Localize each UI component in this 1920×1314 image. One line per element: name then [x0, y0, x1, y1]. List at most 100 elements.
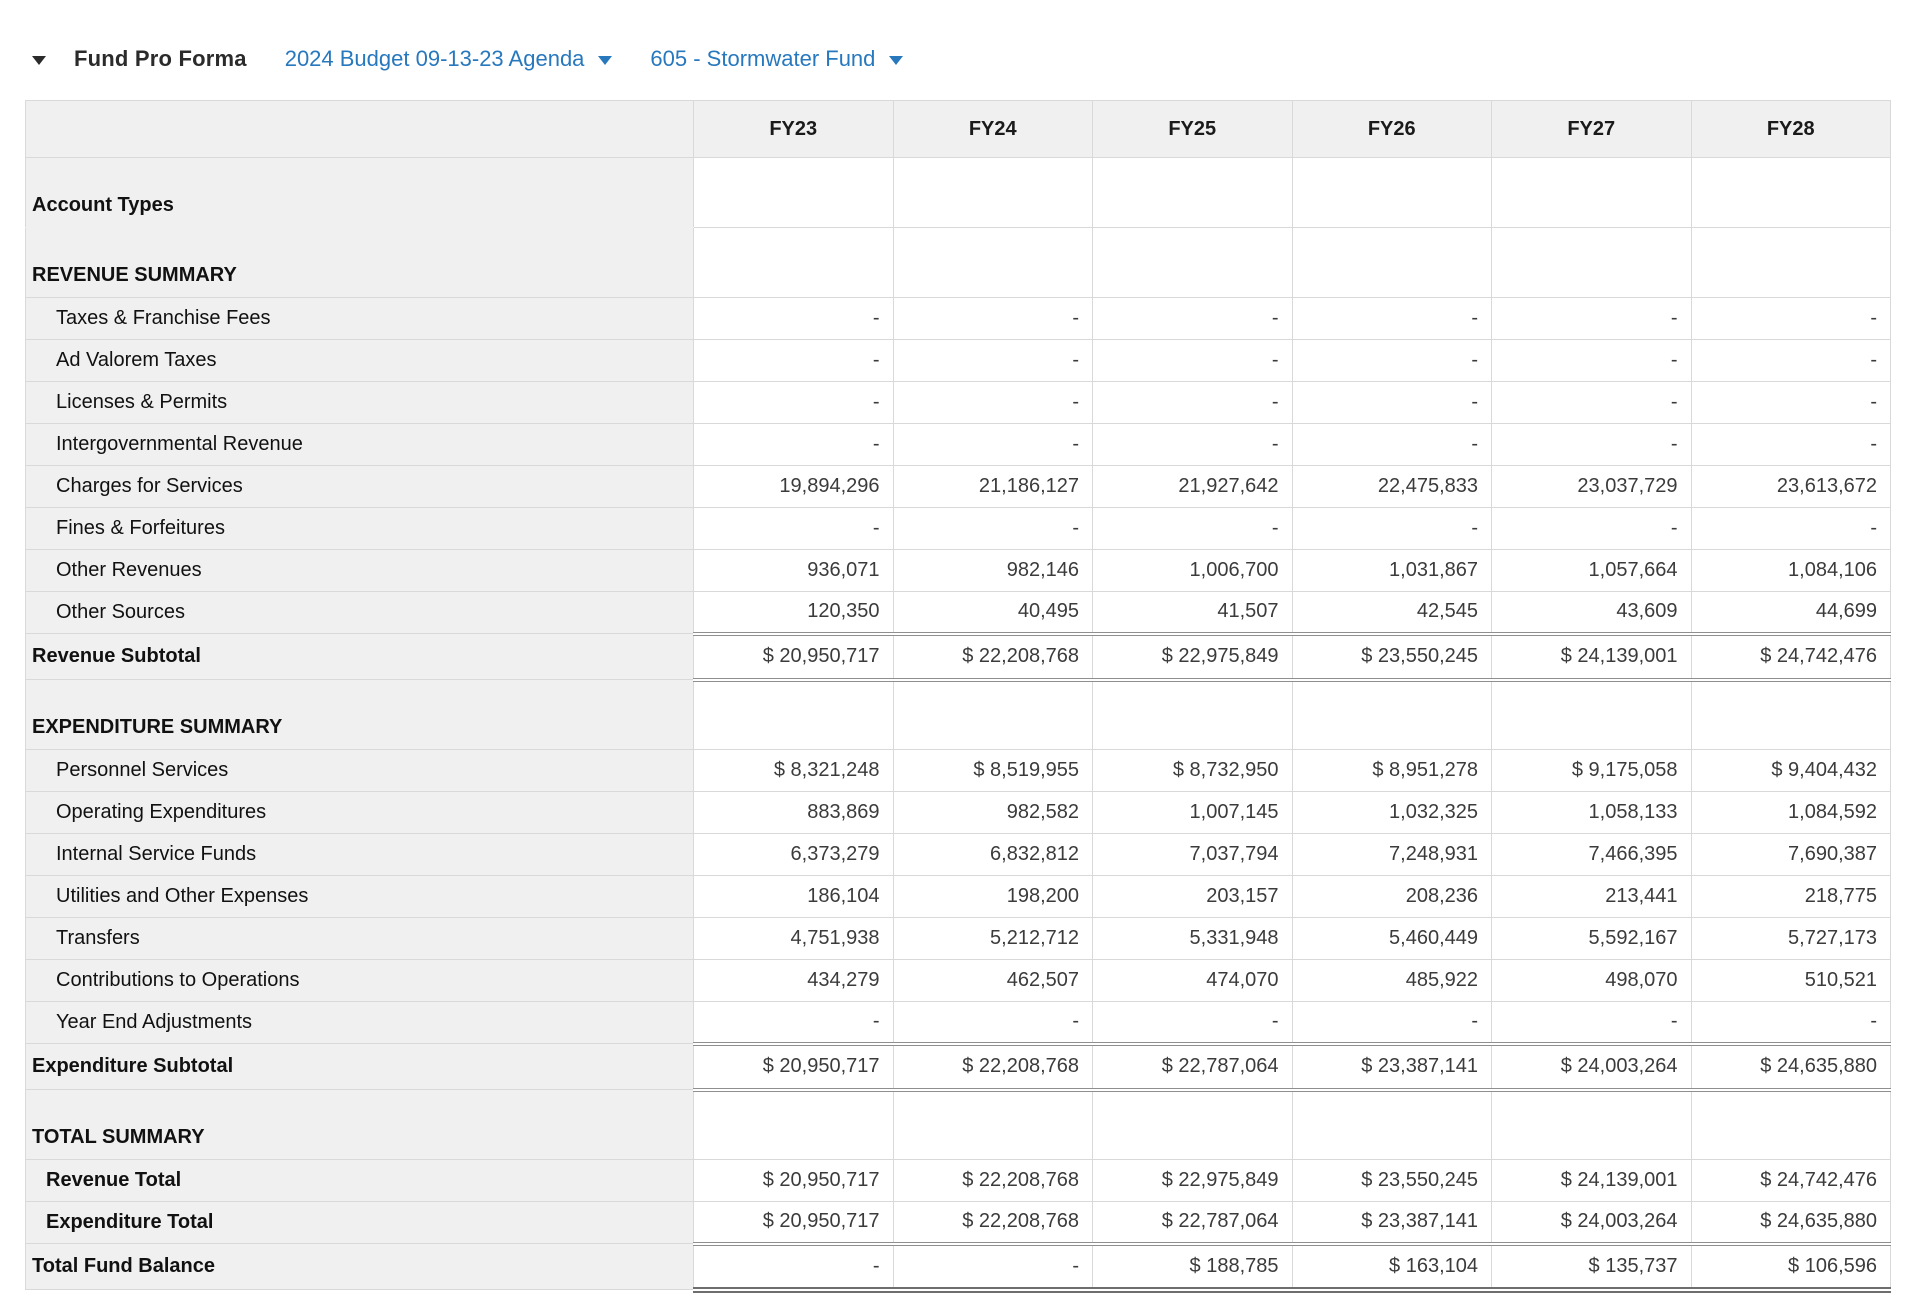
- value-cell-revenue-subtotal-fy28: $ 24,742,476: [1690, 631, 1891, 682]
- fund-dropdown[interactable]: 605 - Stormwater Fund: [650, 46, 904, 72]
- collapse-caret-icon[interactable]: [32, 55, 46, 65]
- table-row-expenditure-summary: EXPENDITURE SUMMARY: [25, 679, 1891, 750]
- value-cell-operating-expenditures-fy25: 1,007,145: [1092, 791, 1293, 834]
- value-cell-expenditure-total-fy28: $ 24,635,880: [1690, 1201, 1891, 1244]
- value-cell-expenditure-subtotal-fy24: $ 22,208,768: [892, 1041, 1093, 1092]
- value-cell-revenue-summary-fy23: [693, 227, 894, 298]
- table-row-taxes-franchise-fees: Taxes & Franchise Fees - - - - - -: [25, 297, 1891, 340]
- caret-down-icon: [598, 56, 613, 65]
- column-header-fy24: FY24: [892, 100, 1093, 158]
- value-cell-internal-service-funds-fy28: 7,690,387: [1690, 833, 1891, 876]
- value-cell-personnel-services-fy28: $ 9,404,432: [1690, 749, 1891, 792]
- value-cell-personnel-services-fy24: $ 8,519,955: [892, 749, 1093, 792]
- value-cell-utilities-other-fy24: 198,200: [892, 875, 1093, 918]
- row-label-ad-valorem-taxes: Ad Valorem Taxes: [25, 339, 694, 382]
- value-cell-total-summary-fy28: [1690, 1089, 1891, 1160]
- fund-pro-forma-table-container: FY23 FY24 FY25 FY26 FY27 FY28 Account Types RE…: [25, 100, 1920, 1293]
- column-header-row: FY23 FY24 FY25 FY26 FY27 FY28: [25, 100, 1891, 158]
- value-cell-fines-forfeitures-fy25: -: [1092, 507, 1293, 550]
- row-label-expenditure-total: Expenditure Total: [25, 1201, 694, 1244]
- value-cell-taxes-franchise-fees-fy28: -: [1690, 297, 1891, 340]
- budget-dropdown-label: 2024 Budget 09-13-23 Agenda: [284, 46, 585, 71]
- row-label-charges-for-services: Charges for Services: [25, 465, 694, 508]
- value-cell-expenditure-summary-fy28: [1690, 679, 1891, 750]
- value-cell-revenue-total-fy28: $ 24,742,476: [1690, 1159, 1891, 1202]
- value-cell-charges-for-services-fy24: 21,186,127: [892, 465, 1093, 508]
- value-cell-utilities-other-fy27: 213,441: [1491, 875, 1692, 918]
- value-cell-revenue-total-fy23: $ 20,950,717: [693, 1159, 894, 1202]
- value-cell-operating-expenditures-fy23: 883,869: [693, 791, 894, 834]
- row-label-operating-expenditures: Operating Expenditures: [25, 791, 694, 834]
- value-cell-licenses-permits-fy26: -: [1291, 381, 1492, 424]
- value-cell-internal-service-funds-fy25: 7,037,794: [1092, 833, 1293, 876]
- row-label-fines-forfeitures: Fines & Forfeitures: [25, 507, 694, 550]
- value-cell-intergovernmental-fy27: -: [1491, 423, 1692, 466]
- value-cell-taxes-franchise-fees-fy27: -: [1491, 297, 1692, 340]
- value-cell-contributions-fy26: 485,922: [1291, 959, 1492, 1002]
- value-cell-other-sources-fy27: 43,609: [1491, 591, 1692, 634]
- value-cell-fines-forfeitures-fy28: -: [1690, 507, 1891, 550]
- value-cell-ad-valorem-taxes-fy24: -: [892, 339, 1093, 382]
- row-label-total-summary: TOTAL SUMMARY: [25, 1089, 694, 1160]
- value-cell-other-revenues-fy27: 1,057,664: [1491, 549, 1692, 592]
- value-cell-fines-forfeitures-fy23: -: [693, 507, 894, 550]
- value-cell-expenditure-total-fy26: $ 23,387,141: [1291, 1201, 1492, 1244]
- value-cell-account-types-fy24: [892, 157, 1093, 228]
- value-cell-other-revenues-fy24: 982,146: [892, 549, 1093, 592]
- budget-dropdown[interactable]: 2024 Budget 09-13-23 Agenda: [285, 46, 613, 72]
- table-row-total-fund-balance: Total Fund Balance - - $ 188,785 $ 163,104 $ …: [25, 1241, 1891, 1293]
- toolbar: Fund Pro Forma 2024 Budget 09-13-23 Agen…: [30, 44, 1920, 74]
- table-row-fines-forfeitures: Fines & Forfeitures - - - - - -: [25, 507, 1891, 550]
- value-cell-transfers-fy24: 5,212,712: [892, 917, 1093, 960]
- table-row-revenue-total: Revenue Total $ 20,950,717 $ 22,208,768 $ 2…: [25, 1159, 1891, 1202]
- value-cell-total-fund-balance-fy27: $ 135,737: [1491, 1241, 1692, 1293]
- value-cell-internal-service-funds-fy27: 7,466,395: [1491, 833, 1692, 876]
- value-cell-ad-valorem-taxes-fy27: -: [1491, 339, 1692, 382]
- table-row-transfers: Transfers 4,751,938 5,212,712 5,331,948 5,46…: [25, 917, 1891, 960]
- value-cell-revenue-subtotal-fy27: $ 24,139,001: [1491, 631, 1692, 682]
- value-cell-revenue-summary-fy24: [892, 227, 1093, 298]
- value-cell-expenditure-summary-fy26: [1291, 679, 1492, 750]
- value-cell-year-end-adjustments-fy28: -: [1690, 1001, 1891, 1044]
- value-cell-expenditure-total-fy25: $ 22,787,064: [1092, 1201, 1293, 1244]
- value-cell-total-fund-balance-fy28: $ 106,596: [1690, 1241, 1891, 1293]
- value-cell-operating-expenditures-fy28: 1,084,592: [1690, 791, 1891, 834]
- table-row-utilities-other: Utilities and Other Expenses 186,104 198,2…: [25, 875, 1891, 918]
- label-column-header: [25, 100, 694, 158]
- value-cell-taxes-franchise-fees-fy25: -: [1092, 297, 1293, 340]
- value-cell-year-end-adjustments-fy23: -: [693, 1001, 894, 1044]
- value-cell-expenditure-subtotal-fy28: $ 24,635,880: [1690, 1041, 1891, 1092]
- value-cell-transfers-fy28: 5,727,173: [1690, 917, 1891, 960]
- value-cell-account-types-fy23: [693, 157, 894, 228]
- value-cell-intergovernmental-fy28: -: [1690, 423, 1891, 466]
- value-cell-revenue-subtotal-fy26: $ 23,550,245: [1291, 631, 1492, 682]
- value-cell-account-types-fy25: [1092, 157, 1293, 228]
- value-cell-charges-for-services-fy23: 19,894,296: [693, 465, 894, 508]
- value-cell-utilities-other-fy28: 218,775: [1690, 875, 1891, 918]
- fund-pro-forma-table: FY23 FY24 FY25 FY26 FY27 FY28 Account Types RE…: [25, 100, 1891, 1293]
- value-cell-transfers-fy27: 5,592,167: [1491, 917, 1692, 960]
- value-cell-account-types-fy28: [1690, 157, 1891, 228]
- value-cell-personnel-services-fy26: $ 8,951,278: [1291, 749, 1492, 792]
- value-cell-personnel-services-fy27: $ 9,175,058: [1491, 749, 1692, 792]
- value-cell-operating-expenditures-fy24: 982,582: [892, 791, 1093, 834]
- row-label-other-sources: Other Sources: [25, 591, 694, 634]
- value-cell-other-sources-fy24: 40,495: [892, 591, 1093, 634]
- value-cell-expenditure-total-fy24: $ 22,208,768: [892, 1201, 1093, 1244]
- value-cell-revenue-summary-fy26: [1291, 227, 1492, 298]
- value-cell-transfers-fy23: 4,751,938: [693, 917, 894, 960]
- value-cell-taxes-franchise-fees-fy23: -: [693, 297, 894, 340]
- value-cell-revenue-subtotal-fy25: $ 22,975,849: [1092, 631, 1293, 682]
- value-cell-ad-valorem-taxes-fy23: -: [693, 339, 894, 382]
- value-cell-utilities-other-fy23: 186,104: [693, 875, 894, 918]
- value-cell-contributions-fy24: 462,507: [892, 959, 1093, 1002]
- row-label-revenue-total: Revenue Total: [25, 1159, 694, 1202]
- value-cell-other-sources-fy26: 42,545: [1291, 591, 1492, 634]
- value-cell-charges-for-services-fy27: 23,037,729: [1491, 465, 1692, 508]
- value-cell-total-fund-balance-fy23: -: [693, 1241, 894, 1293]
- value-cell-expenditure-total-fy27: $ 24,003,264: [1491, 1201, 1692, 1244]
- value-cell-licenses-permits-fy23: -: [693, 381, 894, 424]
- table-row-operating-expenditures: Operating Expenditures 883,869 982,582 1,00…: [25, 791, 1891, 834]
- row-label-personnel-services: Personnel Services: [25, 749, 694, 792]
- value-cell-year-end-adjustments-fy26: -: [1291, 1001, 1492, 1044]
